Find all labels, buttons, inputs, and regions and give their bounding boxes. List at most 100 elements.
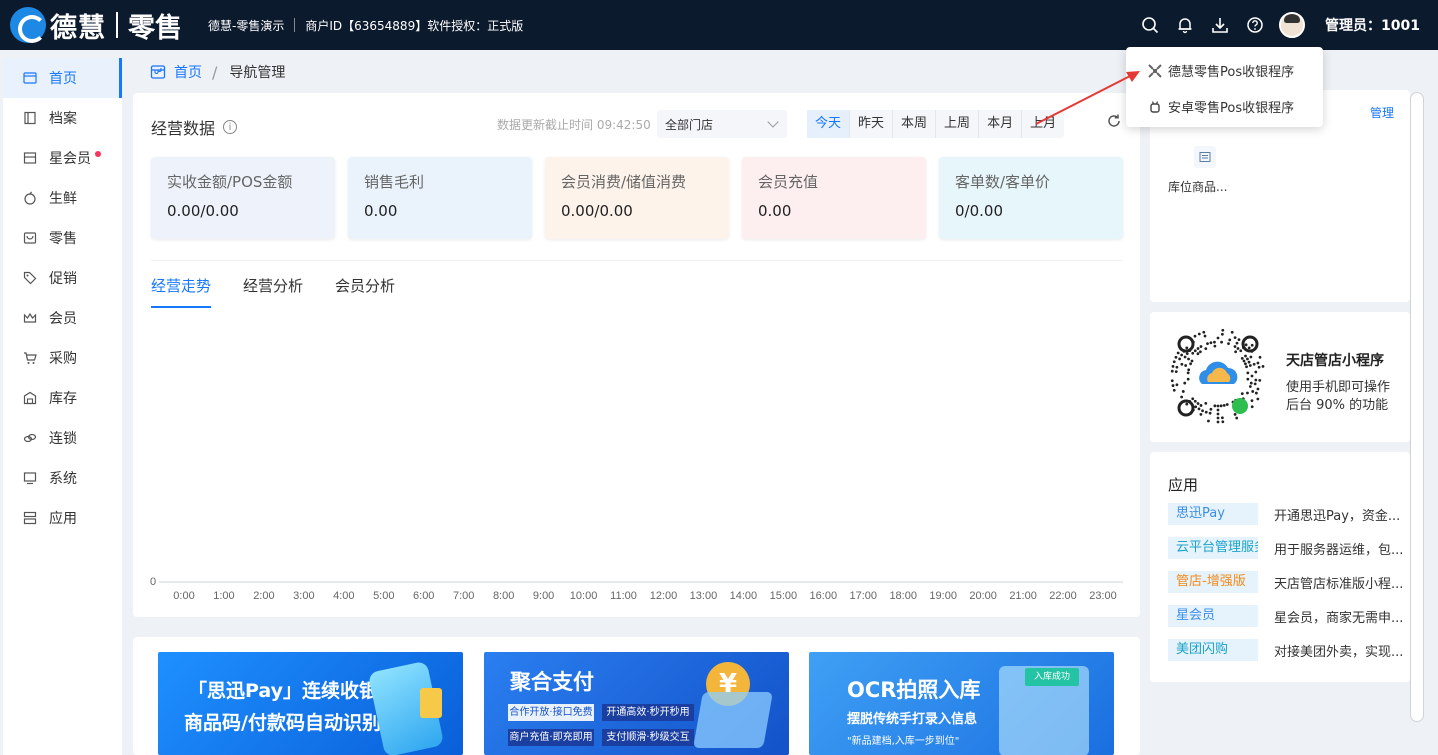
x-tick-label: 0:00 — [173, 590, 194, 602]
app-description: 对接美团外卖，实现... — [1274, 644, 1404, 660]
banner-ocr[interactable]: OCR拍照入库 摆脱传统手打录入信息 "新品建档,入库一步到位" 入库成功 — [809, 652, 1114, 755]
sidebar-item-label: 生鲜 — [49, 191, 77, 207]
x-tick-label: 22:00 — [1049, 590, 1077, 602]
sidebar-item-4[interactable]: 生鲜 — [3, 178, 122, 218]
chevron-down-icon — [767, 116, 779, 128]
sidebar-item-label: 档案 — [49, 111, 77, 127]
logo[interactable]: 德慧 零售 — [10, 6, 182, 45]
section-divider — [151, 260, 1122, 261]
help-icon[interactable] — [1245, 15, 1265, 35]
x-tick-label: 15:00 — [770, 590, 798, 602]
pos-icon — [1148, 63, 1162, 78]
app-tag: 思迅Pay — [1168, 503, 1258, 525]
sidebar-item-label: 零售 — [49, 231, 77, 247]
breadcrumb-current: 导航管理 — [229, 65, 286, 81]
stat-value: 0.00 — [364, 202, 398, 220]
sidebar-item-6[interactable]: 促销 — [3, 258, 122, 298]
stat-card[interactable]: 销售毛利 0.00 — [348, 157, 532, 239]
operations-card: 经营数据 i 数据更新截止时间 09:42:50 全部门店 今天 昨天 本周 上周 本月… — [133, 93, 1140, 617]
banner-ocr-subtitle: 摆脱传统手打录入信息 — [847, 712, 978, 727]
tab-1[interactable]: 经营走势 — [151, 275, 212, 308]
sidebar-item-10[interactable]: 连锁 — [3, 418, 122, 458]
sidebar-item-label: 促销 — [49, 271, 77, 287]
download-icon[interactable] — [1210, 15, 1230, 35]
info-icon[interactable]: i — [223, 120, 238, 134]
app-description: 天店管店标准版小程... — [1274, 576, 1404, 592]
android-icon — [1150, 100, 1160, 113]
miniprogram-card: 天店管店小程序 使用手机即可操作 后台 90% 的功能 — [1150, 312, 1410, 442]
document-icon[interactable] — [1194, 146, 1216, 168]
x-tick-label: 18:00 — [889, 590, 917, 602]
sidebar-item-7[interactable]: 会员 — [3, 298, 122, 338]
app-row[interactable]: 思迅Pay 开通思迅Pay，资金... — [1168, 503, 1400, 525]
x-tick-label: 3:00 — [293, 590, 314, 602]
sidebar-item-1[interactable]: 首页 — [3, 58, 122, 98]
sidebar-item-label: 采购 — [49, 351, 77, 367]
period-button[interactable]: 上周 — [936, 110, 980, 138]
banner-chip: 支付顺滑·秒级交互 — [602, 729, 694, 746]
stat-label: 销售毛利 — [364, 173, 425, 191]
monitor-icon — [23, 471, 37, 485]
period-button[interactable]: 本月 — [979, 110, 1023, 138]
breadcrumb-home[interactable]: 首页 — [174, 62, 202, 82]
banner-chip: 开通高效·秒开秒用 — [602, 704, 694, 721]
stat-card[interactable]: 客单数/客单价 0/0.00 — [939, 157, 1123, 239]
stat-card[interactable]: 会员消费/储值消费 0.00/0.00 — [545, 157, 729, 239]
apps-icon — [23, 511, 37, 525]
sidebar-item-label: 库存 — [49, 391, 77, 407]
banner-pay-title: 「思迅Pay」连续收银 — [188, 680, 379, 702]
x-tick-label: 8:00 — [493, 590, 514, 602]
period-button[interactable]: 上月 — [1022, 110, 1064, 138]
app-row[interactable]: 管店-增强版 天店管店标准版小程... — [1168, 571, 1403, 593]
period-button[interactable]: 本周 — [893, 110, 937, 138]
period-button[interactable]: 昨天 — [850, 110, 894, 138]
manage-link[interactable]: 管理 — [1370, 104, 1394, 121]
tab-3[interactable]: 会员分析 — [335, 275, 395, 308]
dropdown-item-pos[interactable]: 德慧零售Pos收银程序 — [1148, 61, 1294, 80]
sidebar-item-3[interactable]: 星会员 — [3, 138, 122, 178]
notification-dot — [95, 151, 101, 157]
merchant-info: 商户ID【63654889】软件授权：正式版 — [305, 18, 524, 33]
app-row[interactable]: 美团闪购 对接美团外卖，实现... — [1168, 639, 1403, 661]
sidebar-item-label: 星会员 — [49, 151, 91, 167]
sidebar-item-2[interactable]: 档案 — [3, 98, 122, 138]
x-tick-label: 14:00 — [730, 590, 758, 602]
sidebar: 首页档案星会员生鲜零售促销会员采购库存连锁系统应用 — [3, 58, 122, 755]
avatar[interactable] — [1279, 12, 1306, 38]
app-row[interactable]: 云平台管理服务费用于服务器运维，包... — [1168, 537, 1403, 559]
banner-section: 「思迅Pay」连续收银 商品码/付款码自动识别 聚合支付 合作开放·接口免费 开… — [133, 637, 1140, 755]
sidebar-item-label: 系统 — [49, 471, 77, 487]
sidebar-item-12[interactable]: 应用 — [3, 498, 122, 538]
card-graphic — [420, 688, 442, 718]
x-tick-label: 16:00 — [810, 590, 838, 602]
period-button[interactable]: 今天 — [807, 110, 851, 138]
sidebar-item-5[interactable]: 零售 — [3, 218, 122, 258]
dropdown-item-android[interactable]: 安卓零售Pos收银程序 — [1148, 97, 1294, 116]
apps-title: 应用 — [1168, 476, 1199, 494]
stat-card[interactable]: 实收金额/POS金额 0.00/0.00 — [151, 157, 335, 239]
admin-label[interactable]: 管理员：1001 — [1325, 15, 1420, 35]
scrollbar[interactable] — [1410, 92, 1424, 722]
ocr-badge: 入库成功 — [1025, 668, 1079, 686]
x-tick-label: 4:00 — [333, 590, 354, 602]
pay-terminal-graphic — [693, 692, 773, 748]
sidebar-item-8[interactable]: 采购 — [3, 338, 122, 378]
banner-pay[interactable]: 「思迅Pay」连续收银 商品码/付款码自动识别 — [158, 652, 463, 755]
search-icon[interactable] — [1140, 15, 1160, 35]
stat-card[interactable]: 会员充值 0.00 — [742, 157, 926, 239]
info-divider — [294, 18, 296, 32]
logo-divider — [116, 12, 118, 38]
store-select[interactable]: 全部门店 — [657, 110, 787, 138]
qr-code — [1170, 328, 1265, 424]
bell-icon[interactable] — [1175, 15, 1195, 35]
shortcut-label[interactable]: 库位商品... — [1168, 178, 1227, 195]
crown-icon — [23, 311, 37, 325]
banner-aggregate-pay[interactable]: 聚合支付 合作开放·接口免费 开通高效·秒开秒用 商户充值·即充即用 支付顺滑·… — [484, 652, 789, 755]
app-description: 星会员，商家无需申... — [1274, 610, 1404, 626]
tab-2[interactable]: 经营分析 — [243, 275, 303, 308]
sidebar-item-9[interactable]: 库存 — [3, 378, 122, 418]
sidebar-item-11[interactable]: 系统 — [3, 458, 122, 498]
refresh-icon[interactable] — [1106, 113, 1122, 129]
app-row[interactable]: 星会员 星会员，商家无需申... — [1168, 605, 1403, 627]
top-bar: 德慧 零售 德慧-零售演示 商户ID【63654889】软件授权：正式版 管理员… — [0, 0, 1438, 50]
